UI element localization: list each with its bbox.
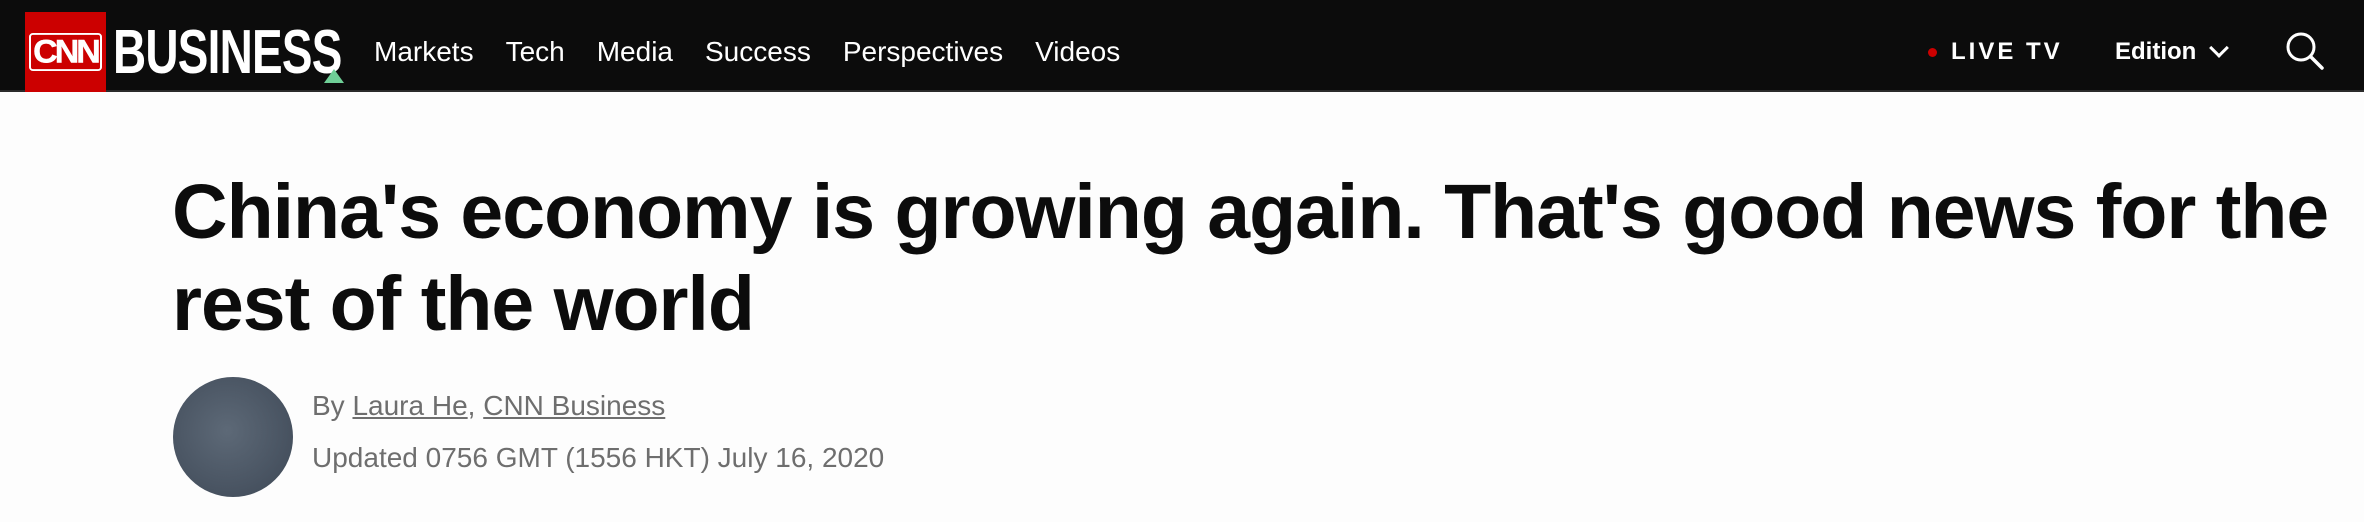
nav-link-tech[interactable]: Tech <box>506 36 565 68</box>
article-headline: China's economy is growing again. That's… <box>172 169 2329 347</box>
top-strip <box>0 0 2364 12</box>
cnn-logo-box: CNN <box>25 12 106 92</box>
live-tv-button[interactable]: LIVE TV <box>1928 12 2063 92</box>
nav-link-videos[interactable]: Videos <box>1035 36 1120 68</box>
main-nav: Markets Tech Media Success Perspectives … <box>374 12 1152 92</box>
live-dot-icon <box>1928 47 1937 57</box>
search-icon <box>2286 32 2324 70</box>
byline-prefix: By <box>312 390 345 421</box>
edition-dropdown[interactable]: Edition <box>2115 12 2230 92</box>
byline-separator: , <box>467 390 476 421</box>
article-byline: By Laura He, CNN Business <box>312 390 665 422</box>
author-avatar[interactable] <box>173 377 293 497</box>
author-link[interactable]: Laura He <box>352 390 467 421</box>
nav-link-success[interactable]: Success <box>705 36 811 68</box>
edition-label: Edition <box>2115 38 2197 65</box>
site-header: CNN BUSINESS Markets Tech Media Success … <box>0 12 2364 92</box>
search-button[interactable] <box>2282 28 2328 74</box>
business-logo-text: BUSINESS <box>113 18 342 87</box>
source-link[interactable]: CNN Business <box>483 390 665 421</box>
article-timestamp: Updated 0756 GMT (1556 HKT) July 16, 202… <box>312 442 885 473</box>
live-tv-label: LIVE TV <box>1951 38 2063 65</box>
nav-link-markets[interactable]: Markets <box>374 36 474 68</box>
logo-triangle-icon <box>324 69 344 83</box>
cnn-logo-text: CNN <box>29 33 102 71</box>
nav-link-perspectives[interactable]: Perspectives <box>843 36 1003 68</box>
nav-link-media[interactable]: Media <box>597 36 673 68</box>
chevron-down-icon <box>2209 38 2230 58</box>
